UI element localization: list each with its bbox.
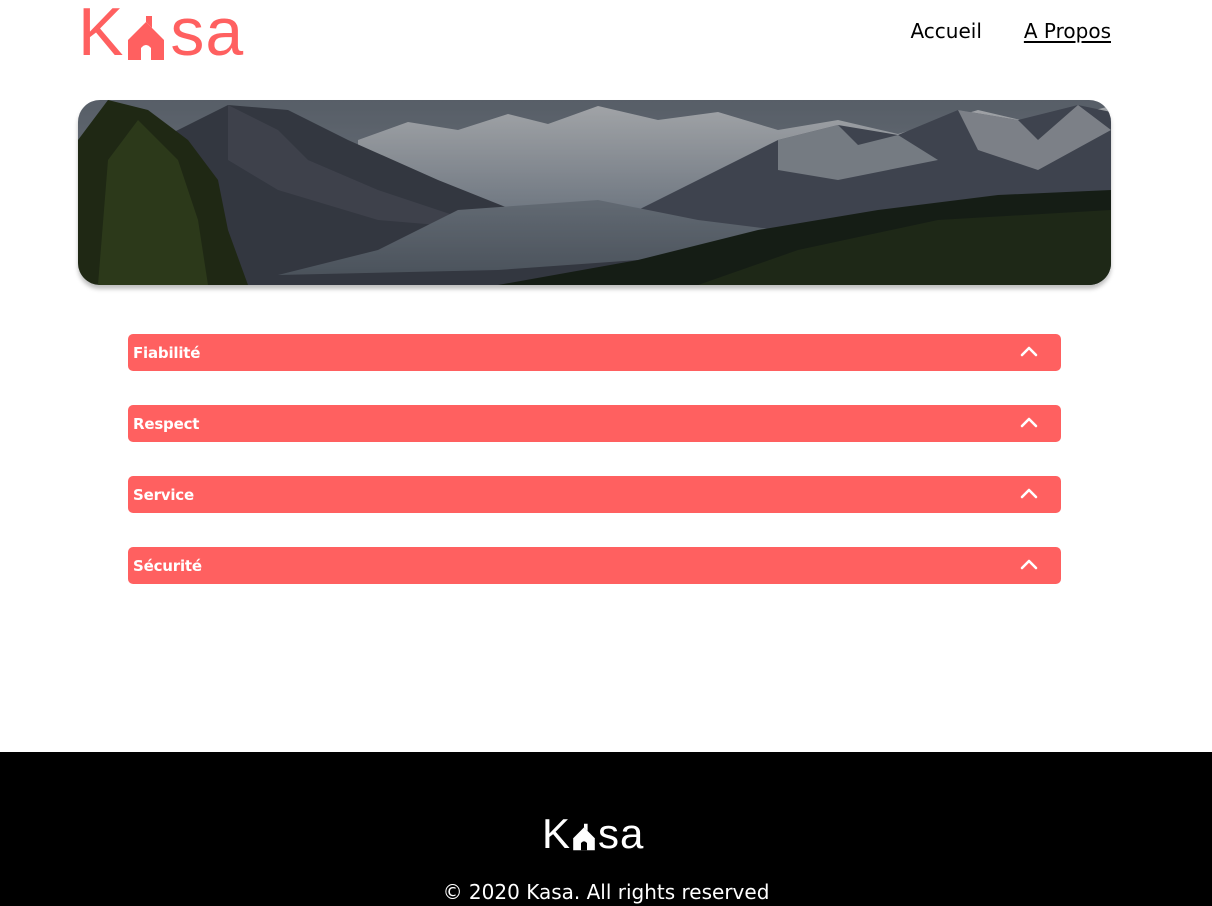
logo-letters-sa: sa xyxy=(598,810,645,857)
house-icon xyxy=(128,16,165,60)
collapse-title: Fiabilité xyxy=(133,343,201,362)
nav-link-a-propos[interactable]: A Propos xyxy=(1024,18,1111,44)
logo-letter-k: K xyxy=(78,0,125,70)
collapse-fiabilite[interactable]: Fiabilité xyxy=(128,334,1061,371)
chevron-up-icon[interactable] xyxy=(1020,415,1038,429)
about-page: K sa Accueil A Propos Fiabilité Respect … xyxy=(0,0,1212,906)
collapse-title: Sécurité xyxy=(133,556,202,575)
chevron-up-icon[interactable] xyxy=(1020,557,1038,571)
collapse-title: Respect xyxy=(133,414,200,433)
nav-link-accueil[interactable]: Accueil xyxy=(910,18,981,44)
mountain-landscape-image xyxy=(78,100,1111,285)
logo-letter-k: K xyxy=(542,810,572,857)
house-icon xyxy=(573,823,595,851)
copyright-text: © 2020 Kasa. All rights reserved xyxy=(442,880,770,904)
collapse-securite[interactable]: Sécurité xyxy=(128,547,1061,584)
logo-letters-sa: sa xyxy=(170,0,245,70)
banner-image xyxy=(78,100,1111,285)
collapse-title: Service xyxy=(133,485,194,504)
values-collapse-list: Fiabilité Respect Service Sécurité xyxy=(128,334,1061,618)
collapse-service[interactable]: Service xyxy=(128,476,1061,513)
chevron-up-icon[interactable] xyxy=(1020,344,1038,358)
footer: K sa © 2020 Kasa. All rights reserved xyxy=(0,752,1212,906)
footer-kasa-logo: K sa xyxy=(542,810,645,857)
header: K sa Accueil A Propos xyxy=(78,0,1111,68)
main-nav: Accueil A Propos xyxy=(910,18,1111,44)
kasa-logo[interactable]: K sa xyxy=(78,0,245,70)
collapse-respect[interactable]: Respect xyxy=(128,405,1061,442)
chevron-up-icon[interactable] xyxy=(1020,486,1038,500)
